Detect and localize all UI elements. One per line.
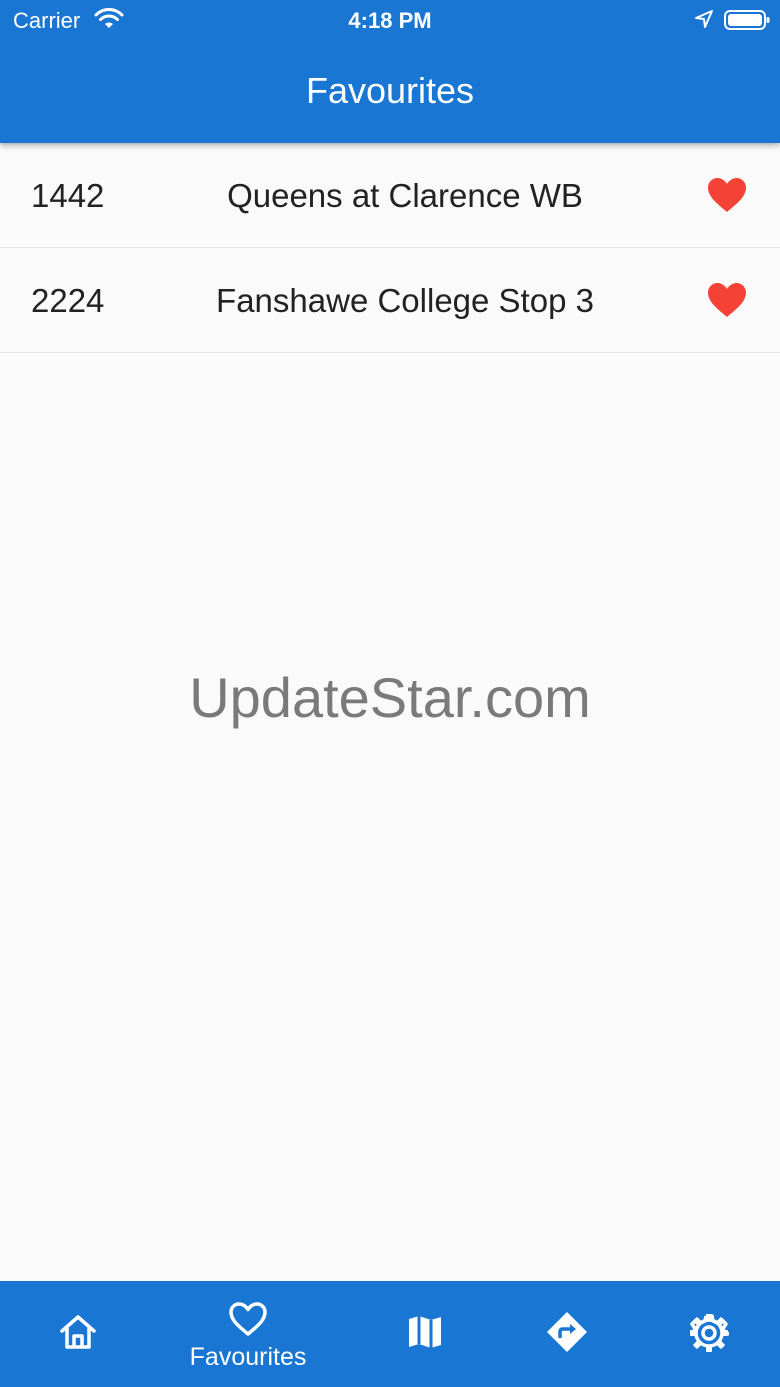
nav-home[interactable] (0, 1281, 156, 1387)
page-title: Favourites (305, 70, 475, 111)
directions-icon (547, 1312, 587, 1352)
gear-icon (690, 1314, 729, 1352)
home-icon (60, 1315, 96, 1349)
nav-settings[interactable] (631, 1281, 780, 1387)
favourites-list: 1442 Queens at Clarence WB 2224 Fanshawe… (0, 143, 780, 353)
stop-name: Fanshawe College Stop 3 (216, 282, 594, 319)
status-bar: Carrier 4:18 PM (0, 0, 780, 40)
nav-map[interactable] (347, 1281, 503, 1387)
favourite-row[interactable]: 2224 Fanshawe College Stop 3 (0, 248, 780, 353)
watermark: UpdateStar.com (189, 666, 591, 729)
heart-outline-icon (229, 1302, 267, 1336)
status-time: 4:18 PM (348, 8, 432, 33)
stop-id: 1442 (31, 177, 105, 214)
battery-icon (724, 10, 770, 30)
nav-directions[interactable] (489, 1281, 645, 1387)
stop-id: 2224 (31, 282, 105, 319)
bottom-nav: Favourites (0, 1281, 780, 1387)
app-bar: Carrier 4:18 PM Favourites (0, 0, 780, 143)
stop-name: Queens at Clarence WB (227, 177, 583, 214)
nav-favourites[interactable]: Favourites (170, 1281, 326, 1387)
nav-label: Favourites (189, 1343, 307, 1371)
screen: Carrier 4:18 PM Favourites 1442 Queens a… (0, 0, 780, 1387)
heart-icon[interactable] (707, 282, 747, 318)
location-arrow-icon (695, 10, 713, 28)
heart-icon[interactable] (707, 177, 747, 213)
map-icon (409, 1316, 441, 1348)
favourite-row[interactable]: 1442 Queens at Clarence WB (0, 143, 780, 248)
